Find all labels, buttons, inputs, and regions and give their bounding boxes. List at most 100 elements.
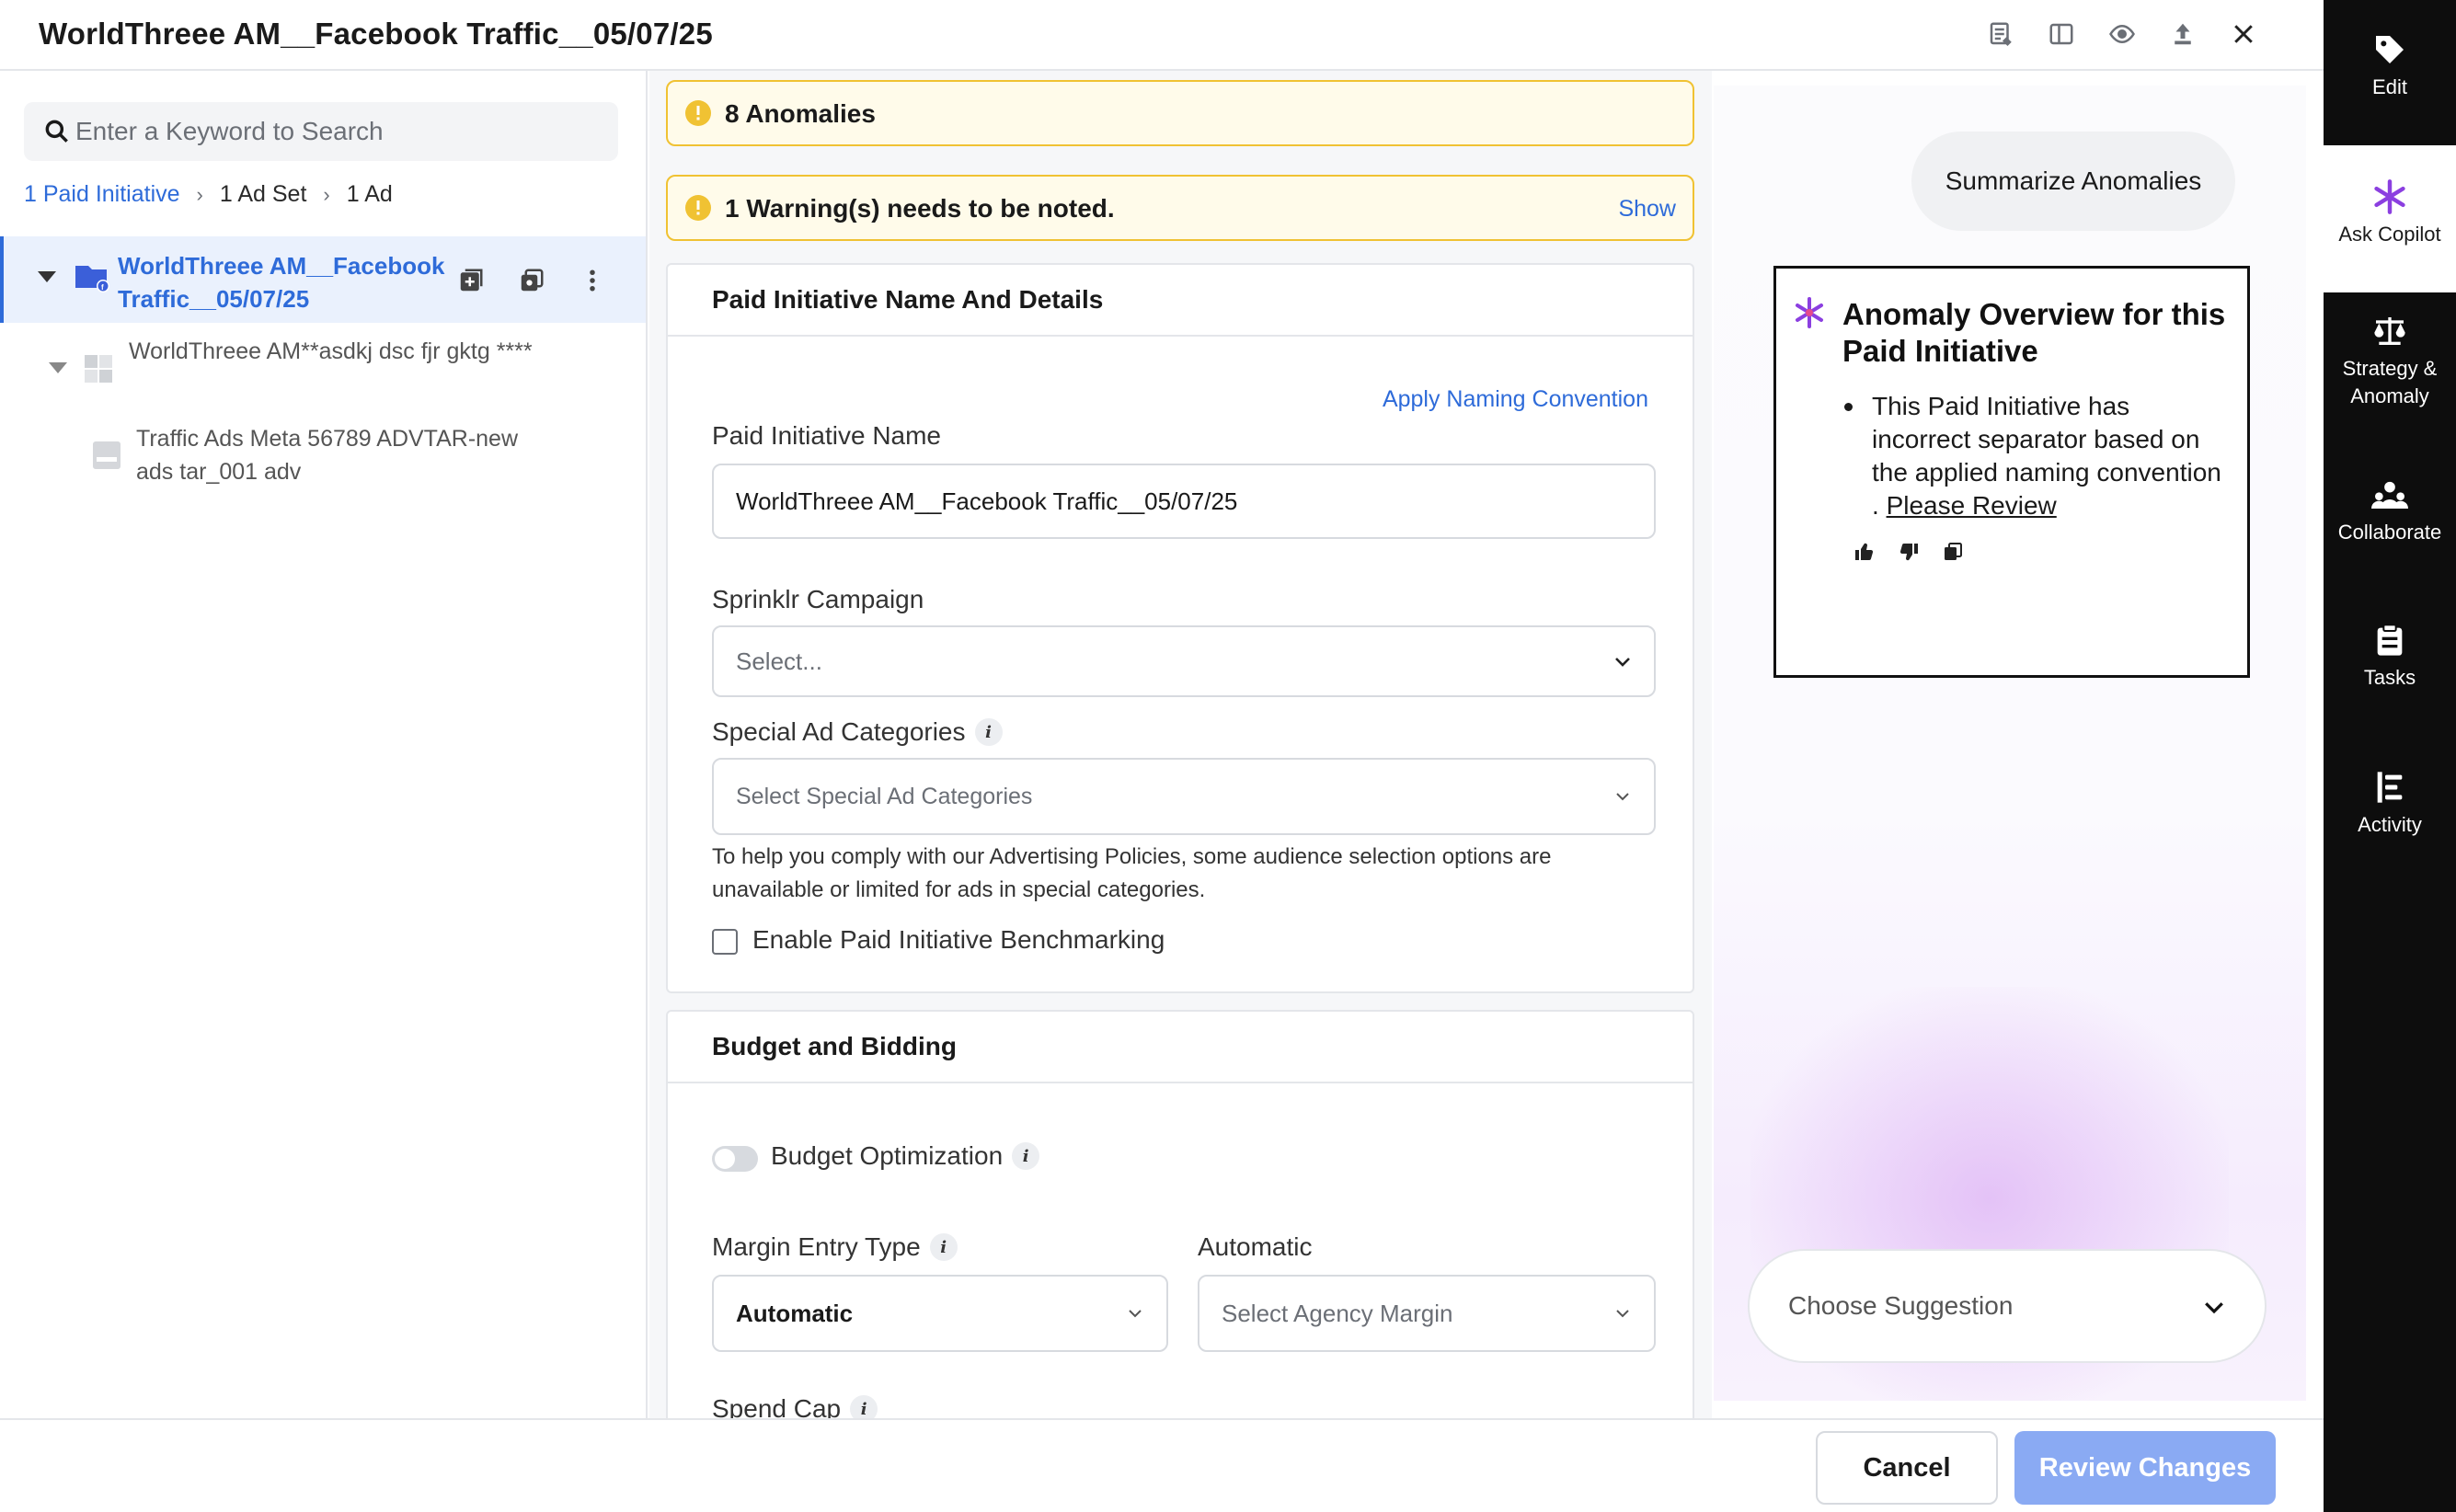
tree-item-ad-set[interactable]: WorldThreee AM**asdkj dsc fjr gktg **** [0, 335, 644, 408]
breadcrumb-paid-initiative[interactable]: 1 Paid Initiative [24, 181, 180, 208]
warnings-banner: 1 Warning(s) needs to be noted. Show [666, 175, 1694, 241]
tag-icon [2376, 36, 2404, 63]
rail-item-edit[interactable]: Edit [2324, 31, 2456, 142]
breadcrumb-ad-set[interactable]: 1 Ad Set [220, 181, 307, 208]
sparkle-icon [1796, 297, 1823, 328]
activity-icon [2377, 772, 2403, 803]
search-input[interactable] [75, 109, 591, 154]
add-child-icon[interactable] [454, 264, 488, 297]
rail-item-label: Tasks [2363, 666, 2416, 689]
rail-item-label: Ask Copilot [2338, 223, 2441, 246]
margin-entry-type-select[interactable]: Automatic [712, 1275, 1168, 1352]
budget-optimization-toggle[interactable] [712, 1146, 758, 1172]
modal-header: WorldThreee AM__Facebook Traffic__05/07/… [0, 0, 2324, 71]
section-title: Budget and Bidding [668, 1012, 1693, 1083]
anomaly-overview-card: Anomaly Overview for this Paid Initiativ… [1773, 266, 2250, 678]
duplicate-icon[interactable] [515, 264, 548, 297]
special-ad-categories-select[interactable]: Select Special Ad Categories [712, 758, 1656, 835]
scale-icon [2374, 317, 2405, 345]
right-rail: Edit Ask Copilot Strategy & Anomaly Coll… [2324, 0, 2456, 1512]
sparkle-icon [2374, 179, 2405, 214]
hierarchy-panel: 1 Paid Initiative › 1 Ad Set › 1 Ad f Wo… [0, 71, 648, 1418]
rail-item-strategy-anomaly[interactable]: Strategy & Anomaly [2324, 313, 2456, 423]
margin-entry-type-label: Margin Entry Type i [712, 1232, 958, 1262]
chevron-down-icon [2205, 1302, 2223, 1314]
cancel-button[interactable]: Cancel [1816, 1431, 1998, 1505]
choose-suggestion-dropdown[interactable]: Choose Suggestion [1748, 1249, 2267, 1363]
campaign-placeholder: Select... [736, 647, 822, 675]
rail-item-tasks[interactable]: Tasks [2324, 622, 2456, 714]
show-warnings-link[interactable]: Show [1618, 196, 1676, 223]
list-edit-icon[interactable] [1983, 17, 2018, 52]
overview-text-wrap: This Paid Initiative has incorrect separ… [1872, 390, 2232, 522]
tree-item-label: WorldThreee AM__Facebook Traffic__05/07/… [118, 252, 445, 313]
sprinklr-campaign-select[interactable]: Select... [712, 625, 1656, 697]
rail-item-label: Strategy & Anomaly [2342, 357, 2438, 407]
benchmarking-label: Enable Paid Initiative Benchmarking [752, 925, 1165, 955]
rail-item-activity[interactable]: Activity [2324, 769, 2456, 861]
people-icon [2371, 481, 2408, 509]
search-box [24, 102, 618, 161]
budget-card: Budget and Bidding Budget Optimization i… [666, 1010, 1694, 1418]
bullet-dot [1844, 403, 1853, 411]
eye-icon[interactable] [2105, 17, 2140, 52]
margin-entry-type-value: Automatic [736, 1299, 854, 1327]
spend-cap-label: Spend Cap i [712, 1394, 878, 1418]
chevron-down-icon [1129, 1310, 1142, 1318]
info-icon[interactable]: i [974, 718, 1003, 746]
special-ad-placeholder: Select Special Ad Categories [736, 783, 1033, 809]
campaign-label-text: Sprinklr Campaign [712, 585, 924, 613]
modal-title: WorldThreee AM__Facebook Traffic__05/07/… [39, 17, 713, 51]
agency-margin-placeholder: Select Agency Margin [1222, 1299, 1453, 1327]
info-icon[interactable]: i [1012, 1142, 1040, 1170]
section-title: Paid Initiative Name And Details [668, 265, 1693, 337]
rail-item-ask-copilot[interactable]: Ask Copilot [2324, 145, 2456, 292]
tree-item-label: WorldThreee AM**asdkj dsc fjr gktg **** [129, 338, 533, 364]
agency-margin-select[interactable]: Select Agency Margin [1198, 1275, 1656, 1352]
search-icon [45, 120, 68, 143]
ad-icon [93, 441, 121, 469]
header-toolbar [1983, 17, 2261, 52]
name-value: WorldThreee AM__Facebook Traffic__05/07/… [736, 487, 1238, 515]
chevron-right-icon: › [196, 182, 203, 206]
review-changes-button[interactable]: Review Changes [2014, 1431, 2276, 1505]
warning-icon [685, 195, 711, 221]
close-icon[interactable] [2226, 17, 2261, 52]
suggestion-placeholder: Choose Suggestion [1788, 1291, 2014, 1320]
thumbs-down-icon[interactable] [1898, 541, 1920, 563]
caret-down-icon[interactable] [37, 269, 57, 284]
summarize-anomalies-chip[interactable]: Summarize Anomalies [1911, 132, 2235, 231]
special-ad-label: Special Ad Categories i [712, 717, 1003, 747]
automatic-label: Automatic [1198, 1232, 1313, 1262]
please-review-link[interactable]: Please Review [1887, 491, 2057, 520]
warnings-text: 1 Warning(s) needs to be noted. [725, 194, 1115, 223]
svg-text:f: f [101, 283, 104, 292]
tree-item-paid-initiative[interactable]: f WorldThreee AM__Facebook Traffic__05/0… [0, 236, 646, 323]
caret-down-icon[interactable] [48, 361, 68, 375]
chevron-down-icon [1616, 793, 1629, 801]
benchmarking-checkbox[interactable] [712, 929, 738, 955]
info-icon[interactable]: i [850, 1395, 878, 1418]
rail-item-label: Activity [2358, 813, 2422, 836]
paid-initiative-name-field[interactable]: WorldThreee AM__Facebook Traffic__05/07/… [712, 464, 1656, 539]
more-options-icon[interactable] [576, 264, 609, 297]
upload-icon[interactable] [2165, 17, 2200, 52]
rail-item-label: Edit [2372, 75, 2407, 98]
clipboard-icon [2377, 624, 2403, 656]
warning-icon [685, 100, 711, 126]
tree-item-ad[interactable]: Traffic Ads Meta 56789 ADVTAR-new ads ta… [0, 422, 644, 496]
copy-icon[interactable] [1942, 541, 1964, 563]
details-card: Paid Initiative Name And Details Apply N… [666, 263, 1694, 993]
apply-naming-convention-link[interactable]: Apply Naming Convention [1383, 386, 1648, 413]
info-icon[interactable]: i [929, 1233, 958, 1261]
rail-item-collaborate[interactable]: Collaborate [2324, 476, 2456, 568]
benchmarking-label-text: Enable Paid Initiative Benchmarking [752, 925, 1165, 954]
breadcrumb-ad[interactable]: 1 Ad [347, 181, 393, 208]
thumbs-up-icon[interactable] [1853, 541, 1876, 563]
special-ad-label-text: Special Ad Categories [712, 717, 966, 746]
spend-cap-label-text: Spend Cap [712, 1394, 842, 1418]
ad-set-icon [85, 355, 112, 383]
name-label: Paid Initiative Name [712, 421, 941, 451]
budget-optimization-label: Budget Optimization i [771, 1141, 1040, 1171]
panel-layout-icon[interactable] [2044, 17, 2079, 52]
